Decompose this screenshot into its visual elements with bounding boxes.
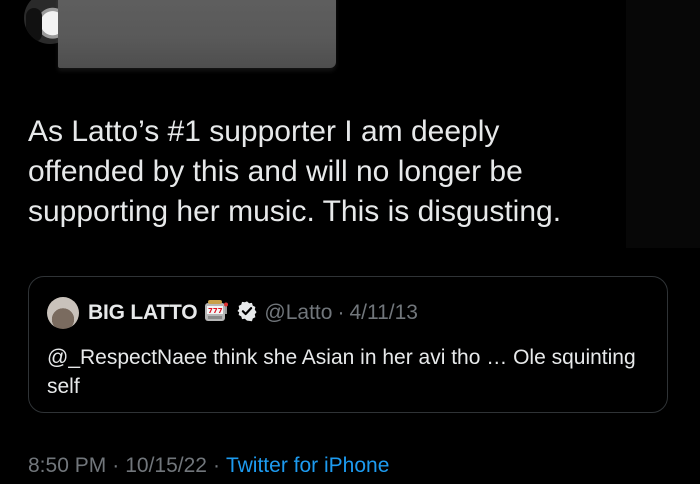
quoted-author-avatar[interactable] bbox=[47, 297, 79, 329]
verified-badge-icon bbox=[236, 300, 258, 327]
quoted-tweet-date[interactable]: 4/11/13 bbox=[349, 301, 418, 325]
quoted-author-handle[interactable]: @Latto bbox=[264, 301, 332, 325]
quoted-author-name[interactable]: BIG LATTO bbox=[88, 301, 198, 325]
meta-separator-2: · bbox=[212, 454, 220, 477]
tweet-date[interactable]: 10/15/22 bbox=[125, 454, 207, 477]
svg-text:777: 777 bbox=[208, 307, 223, 315]
quoted-tweet-header: BIG LATTO 777 @Latto · 4/11/13 bbox=[47, 297, 418, 329]
tweet-time[interactable]: 8:50 PM bbox=[28, 454, 106, 477]
tweet-source-link[interactable]: Twitter for iPhone bbox=[226, 454, 389, 477]
slot-machine-icon: 777 bbox=[203, 298, 229, 329]
redacted-author-name-block bbox=[58, 0, 336, 68]
avatar-hair-shape bbox=[26, 8, 42, 42]
quoted-tweet-text: @_RespectNaee think she Asian in her avi… bbox=[47, 346, 636, 398]
quoted-tweet-card[interactable]: BIG LATTO 777 @Latto · 4/11/13 @_Respect… bbox=[28, 276, 668, 413]
meta-separator: · bbox=[112, 454, 120, 477]
tweet-metadata: 8:50 PM · 10/15/22 · Twitter for iPhone bbox=[28, 454, 389, 478]
background-band bbox=[626, 0, 700, 248]
header-separator: · bbox=[337, 301, 345, 324]
tweet-text: As Latto’s #1 supporter I am deeply offe… bbox=[28, 115, 562, 228]
